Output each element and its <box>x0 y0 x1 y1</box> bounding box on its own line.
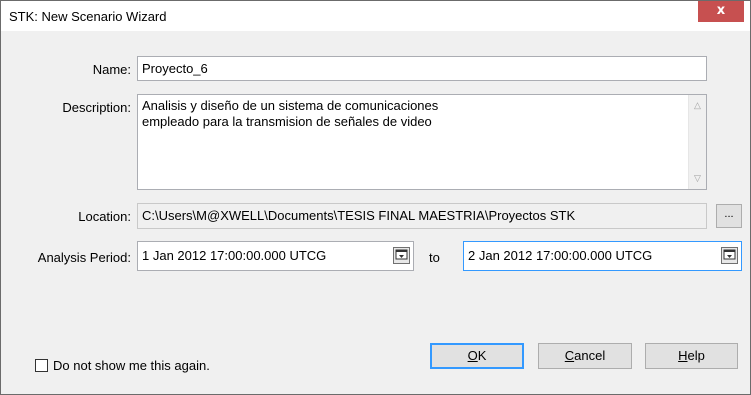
analysis-period-label: Analysis Period: <box>37 250 131 265</box>
close-icon: x <box>716 3 726 18</box>
cancel-button[interactable]: Cancel <box>538 343 632 369</box>
end-date-picker-icon[interactable] <box>721 247 738 264</box>
start-date-picker-icon[interactable] <box>393 247 410 264</box>
close-button[interactable]: x <box>698 1 744 22</box>
end-time-value: 2 Jan 2012 17:00:00.000 UTCG <box>468 248 653 263</box>
cancel-label: ancel <box>574 348 606 363</box>
help-mnemonic: H <box>678 348 688 363</box>
end-time-input[interactable]: 2 Jan 2012 17:00:00.000 UTCG <box>463 241 742 271</box>
help-label: elp <box>687 348 705 363</box>
to-label: to <box>429 250 440 265</box>
description-textarea[interactable]: Analisis y diseño de un sistema de comun… <box>137 94 707 190</box>
cancel-mnemonic: C <box>564 348 575 363</box>
help-button[interactable]: Help <box>645 343 738 369</box>
dont-show-label[interactable]: Do not show me this again. <box>53 358 210 373</box>
ok-mnemonic: O <box>467 348 478 363</box>
description-label: Description: <box>62 100 131 115</box>
scroll-down-icon[interactable]: ▽ <box>689 170 706 187</box>
ok-label: K <box>477 348 487 363</box>
dont-show-checkbox[interactable] <box>35 359 48 372</box>
location-label: Location: <box>78 209 131 224</box>
dialog-body: Name: Proyecto_6 Description: Analisis y… <box>1 31 750 394</box>
start-time-input[interactable]: 1 Jan 2012 17:00:00.000 UTCG <box>137 241 414 271</box>
scroll-up-icon[interactable]: △ <box>689 97 706 114</box>
title-bar[interactable]: STK: New Scenario Wizard x <box>1 1 750 31</box>
ok-button[interactable]: OK <box>430 343 524 369</box>
browse-button[interactable]: ... <box>716 204 742 228</box>
location-field: C:\Users\M@XWELL\Documents\TESIS FINAL M… <box>137 203 707 229</box>
window-title: STK: New Scenario Wizard <box>9 9 167 24</box>
description-scrollbar[interactable]: △ ▽ <box>688 95 706 189</box>
description-line: Analisis y diseño de un sistema de comun… <box>142 98 439 113</box>
name-input[interactable]: Proyecto_6 <box>137 56 707 81</box>
name-label: Name: <box>92 62 131 77</box>
start-time-value: 1 Jan 2012 17:00:00.000 UTCG <box>142 248 327 263</box>
description-line: empleado para la transmision de señales … <box>142 114 432 129</box>
new-scenario-wizard-dialog: STK: New Scenario Wizard x Name: Proyect… <box>0 0 751 395</box>
